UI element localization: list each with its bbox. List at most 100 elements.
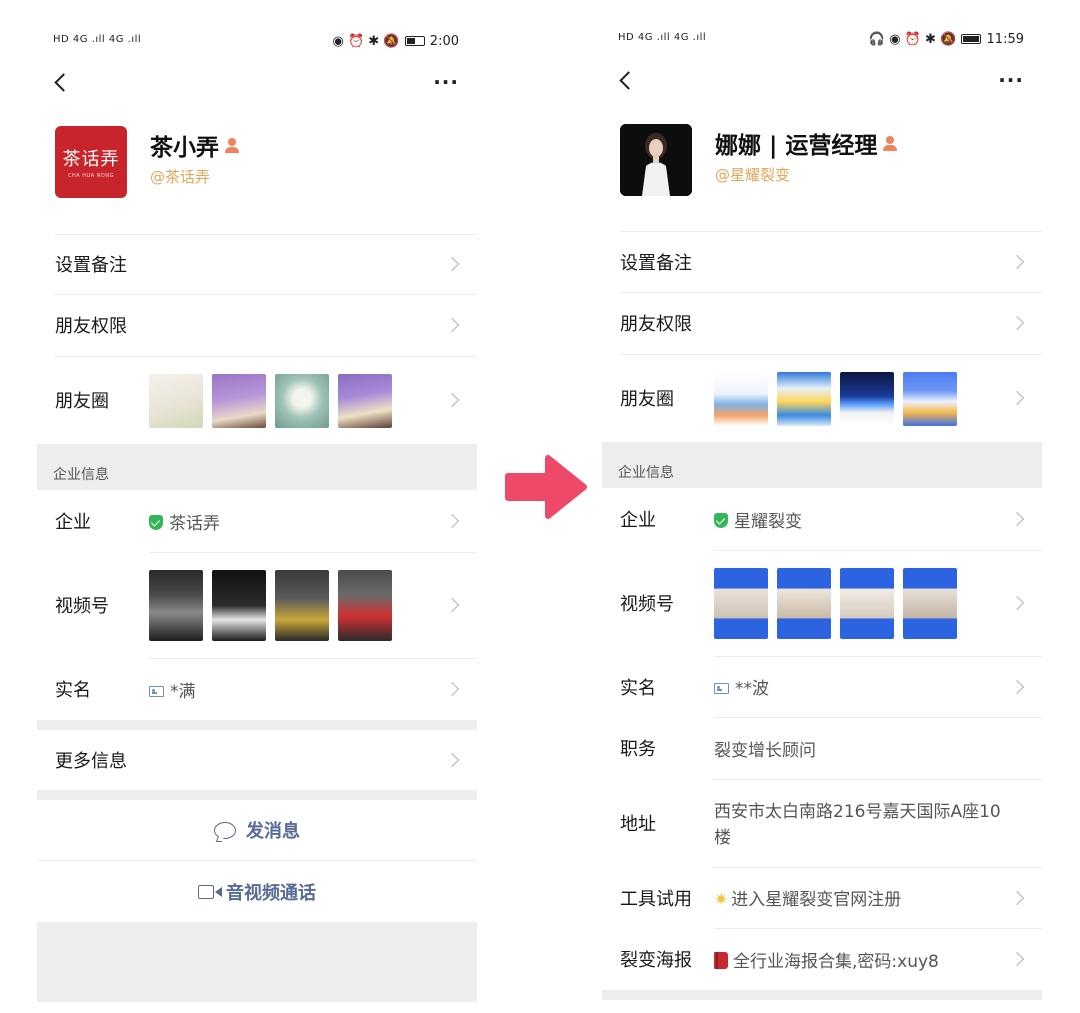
row-more-info[interactable]: 更多信息 (37, 730, 477, 790)
row-friend-permissions[interactable]: 朋友权限 (602, 292, 1042, 354)
row-tool-trial[interactable]: 工具试用 ✷ 进入星耀裂变官网注册 (602, 867, 1042, 928)
enterprise-name: 星耀裂变 (734, 511, 802, 532)
back-icon[interactable] (616, 68, 634, 94)
section-band: 企业信息 (37, 444, 477, 490)
address-line: 西安市太白南路216号嘉天国际A座10 (714, 802, 1001, 822)
divider (620, 231, 1042, 232)
profile-screen-tea: HD 4G .ıll 4G .ıll ◉ ⏰ ✱ 🔕 2:00 ··· 茶话弄 … (37, 0, 477, 1013)
back-icon[interactable] (51, 70, 69, 96)
row-enterprise[interactable]: 企业 星耀裂变 (602, 488, 1042, 550)
poster-text: 全行业海报合集,密码:xuy8 (733, 951, 939, 972)
spacer-band (37, 720, 477, 730)
row-friend-permissions[interactable]: 朋友权限 (37, 294, 477, 356)
divider (149, 658, 477, 659)
row-set-remark[interactable]: 设置备注 (37, 234, 477, 294)
chevron-right-icon (1009, 390, 1025, 406)
tool-trial-text: 进入星耀裂变官网注册 (731, 890, 902, 910)
channel-thumbnail[interactable] (212, 570, 266, 641)
avatar[interactable] (620, 124, 692, 196)
id-card-icon (149, 685, 164, 697)
avatar[interactable]: 茶话弄 CHA HUA NONG (55, 126, 127, 198)
channel-thumbnail[interactable] (840, 568, 894, 639)
divider (714, 656, 1042, 657)
moment-thumbnail[interactable] (840, 372, 894, 426)
row-moments[interactable]: 朋友圈 (37, 356, 477, 444)
moment-thumbnail[interactable] (903, 372, 957, 426)
divider (714, 867, 1042, 868)
row-set-remark[interactable]: 设置备注 (602, 231, 1042, 292)
chevron-right-icon (1009, 679, 1025, 694)
more-options-icon[interactable]: ··· (433, 72, 459, 92)
row-channels[interactable]: 视频号 (602, 550, 1042, 656)
spacer-band (37, 790, 477, 800)
channel-thumbnail[interactable] (149, 570, 203, 641)
divider (55, 356, 477, 357)
logo-text: 茶话弄 (62, 149, 120, 170)
id-card-icon (714, 683, 729, 694)
row-label: 设置备注 (55, 255, 127, 276)
enterprise-name: 茶话弄 (169, 513, 220, 534)
row-realname[interactable]: 实名 *满 (37, 658, 477, 720)
status-right: ◉ ⏰ ✱ 🔕 2:00 (332, 34, 459, 49)
section-title: 企业信息 (618, 465, 674, 481)
divider (37, 860, 477, 861)
chevron-right-icon (444, 597, 460, 613)
company-tag: @茶话弄 (150, 168, 211, 186)
profile-header: 茶话弄 CHA HUA NONG 茶小弄 @茶话弄 (55, 126, 477, 200)
section-title: 企业信息 (53, 467, 109, 483)
send-message-button[interactable]: 发消息 (37, 800, 477, 860)
moment-thumbnail[interactable] (714, 372, 768, 426)
row-label: 企业 (620, 510, 656, 531)
profile-header: 娜娜 | 运营经理 @星耀裂变 (620, 124, 1042, 198)
chevron-right-icon (444, 392, 460, 408)
moment-thumbnail[interactable] (275, 374, 329, 428)
clock: 11:59 (986, 32, 1024, 47)
tool-trial-value: ✷ 进入星耀裂变官网注册 (714, 885, 901, 910)
video-call-button[interactable]: 音视频通话 (37, 862, 477, 922)
divider (714, 717, 1042, 718)
row-realname[interactable]: 实名 **波 (602, 656, 1042, 717)
chat-bubble-icon (214, 821, 236, 839)
contact-name: 茶小弄 (150, 128, 239, 162)
chevron-right-icon (1009, 951, 1025, 967)
video-call-label: 音视频通话 (226, 883, 316, 904)
profile-screen-xingyao: HD 4G .ıll 4G .ıll 🎧 ◉ ⏰ ✱ 🔕 11:59 ··· 娜… (602, 0, 1042, 1013)
row-moments[interactable]: 朋友圈 (602, 354, 1042, 442)
chevron-right-icon (444, 513, 460, 529)
divider (620, 354, 1042, 355)
chevron-right-icon (1009, 595, 1025, 611)
chevron-right-icon (444, 752, 460, 768)
moment-thumbnail[interactable] (777, 372, 831, 426)
row-poster[interactable]: 裂变海报 全行业海报合集,密码:xuy8 (602, 928, 1042, 990)
verified-shield-icon (714, 512, 728, 528)
position-value: 裂变增长顾问 (714, 740, 816, 761)
status-bar: HD 4G .ıll 4G .ıll ◉ ⏰ ✱ 🔕 2:00 (37, 28, 477, 58)
row-position: 职务 裂变增长顾问 (602, 717, 1042, 779)
clock: 2:00 (429, 34, 459, 49)
channel-thumbnail[interactable] (777, 568, 831, 639)
alarm-icon: ⏰ (904, 32, 921, 47)
moment-thumbnail[interactable] (212, 374, 266, 428)
chevron-right-icon (1009, 254, 1025, 269)
enterprise-value: 茶话弄 (149, 509, 220, 534)
channel-thumbnail[interactable] (338, 570, 392, 641)
avatar-photo-icon (620, 124, 692, 196)
divider (55, 294, 477, 295)
row-enterprise[interactable]: 企业 茶话弄 (37, 490, 477, 552)
bottom-band (37, 922, 477, 1002)
row-label: 更多信息 (55, 751, 127, 772)
row-channels[interactable]: 视频号 (37, 552, 477, 658)
row-label: 朋友权限 (55, 316, 127, 337)
more-options-icon[interactable]: ··· (998, 70, 1024, 90)
moment-thumbnail[interactable] (338, 374, 392, 428)
battery-icon (404, 36, 425, 46)
eye-icon: ◉ (889, 32, 901, 47)
logo-subtext: CHA HUA NONG (68, 173, 114, 179)
channel-thumbnail[interactable] (275, 570, 329, 641)
chevron-right-icon (444, 317, 460, 333)
divider (714, 779, 1042, 780)
moment-thumbnail[interactable] (149, 374, 203, 428)
channel-thumbnail[interactable] (714, 568, 768, 639)
channel-thumbnail[interactable] (903, 568, 957, 639)
row-label: 设置备注 (620, 252, 692, 274)
